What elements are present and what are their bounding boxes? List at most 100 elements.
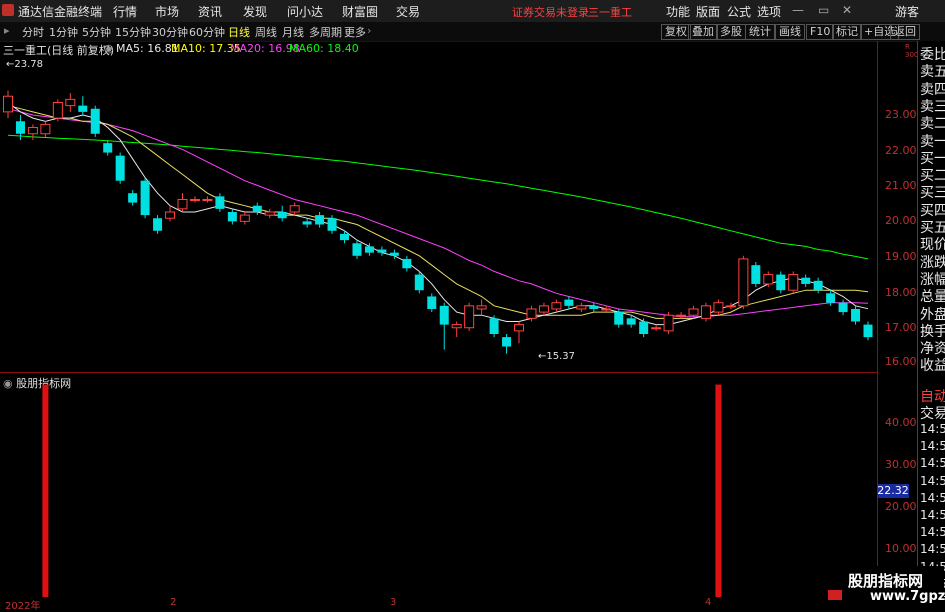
menu-item-faxian[interactable]: 发现 (243, 3, 267, 20)
candle-body-down (227, 211, 237, 222)
candle-body-up (3, 95, 13, 113)
candle-body-up (663, 314, 674, 332)
candle-body-down (389, 252, 399, 256)
dropdown-arrow-icon[interactable]: ▸ (4, 24, 10, 37)
price-tick: 20.00 (885, 214, 917, 227)
date-label-2022: 2022年 (5, 601, 41, 612)
candle-body-up (189, 198, 200, 201)
candle-body-down (427, 296, 437, 309)
candle-body-up (52, 101, 63, 119)
candle-body-up (239, 214, 250, 222)
candle-body-up (651, 327, 662, 330)
menu-item-gongneng[interactable]: 功能 (666, 3, 690, 20)
candle-body-down (377, 249, 387, 253)
period-more[interactable]: 更多 (344, 24, 366, 40)
low-annotation: ←15.37 (538, 351, 575, 362)
candle-body-down (302, 221, 312, 225)
period-1min[interactable]: 1分钟 (49, 24, 78, 40)
candle-body-down (115, 155, 125, 181)
menu-item-shichang[interactable]: 市场 (155, 3, 179, 20)
indicator-chart[interactable] (0, 372, 877, 597)
price-tick: 22.00 (885, 144, 917, 157)
candle-body-down (128, 193, 138, 203)
candle-body-down (639, 321, 649, 334)
date-label-feb: 2 (170, 597, 177, 608)
candle-body-up (763, 274, 774, 285)
candle-body-down (364, 246, 374, 253)
period-5min[interactable]: 5分钟 (82, 24, 111, 40)
close-button[interactable]: ✕ (842, 3, 852, 17)
menu-item-gongshi[interactable]: 公式 (727, 3, 751, 20)
candle-body-down (140, 180, 150, 216)
indicator-tick: 30.00 (885, 458, 917, 471)
period-daily[interactable]: 日线 (228, 24, 250, 40)
candle-body-down (215, 196, 225, 209)
menu-bar: 通达信金融终端 行情 市场 资讯 发现 问小达 财富圈 交易 证券交易未登录 三… (0, 0, 945, 23)
period-monthly[interactable]: 月线 (282, 24, 304, 40)
period-weekly[interactable]: 周线 (255, 24, 277, 40)
menu-item-wenxiaoda[interactable]: 问小达 (287, 3, 323, 20)
biaoji-button[interactable]: 标记 (832, 24, 862, 40)
period-15min[interactable]: 15分钟 (115, 24, 151, 40)
period-multi[interactable]: 多周期 (309, 24, 342, 40)
price-tick: 17.00 (885, 321, 917, 334)
menu-item-banmian[interactable]: 版面 (696, 3, 720, 20)
fuquan-button[interactable]: 复权 (661, 24, 691, 40)
login-status[interactable]: 证券交易未登录 (512, 4, 589, 20)
quote-item-label: 收益 (920, 358, 945, 375)
diejia-button[interactable]: 叠加 (688, 24, 718, 40)
menu-item-jiaoyi[interactable]: 交易 (396, 3, 420, 20)
candle-body-down (838, 302, 848, 313)
current-price-badge: 22.32 (877, 484, 909, 498)
menu-item-hangqing[interactable]: 行情 (113, 3, 137, 20)
candle-body-down (801, 277, 811, 284)
more-chevron-icon[interactable]: › (367, 24, 371, 37)
minimize-button[interactable]: — (792, 3, 804, 17)
candle-body-down (277, 211, 287, 219)
tongji-button[interactable]: 统计 (745, 24, 775, 40)
period-fenshi[interactable]: 分时 (22, 24, 44, 40)
candle-body-up (464, 305, 475, 329)
restore-button[interactable]: ▭ (818, 3, 829, 17)
candle-body-down (863, 324, 873, 338)
chart-info-line: 三一重工(日线 前复权) ◉ MA5: 16.81 MA10: 17.35 MA… (0, 41, 877, 57)
trade-time: 14:56 (920, 439, 945, 454)
candle-body-down (751, 265, 761, 284)
indicator-tick: 40.00 (885, 416, 917, 429)
settings-icon[interactable]: ◉ (104, 42, 114, 55)
candle-body-down (614, 312, 624, 325)
candle-body-up (538, 305, 549, 313)
menu-item-caifuquan[interactable]: 财富圈 (342, 3, 378, 20)
candle-body-up (725, 305, 736, 308)
price-tick: 18.00 (885, 286, 917, 299)
duogu-button[interactable]: 多股 (716, 24, 746, 40)
indicator-tick: 10.00 (885, 542, 917, 555)
candle-body-down (315, 215, 325, 225)
candle-body-down (626, 318, 636, 325)
candle-body-down (776, 274, 786, 291)
candle-body-up (688, 308, 699, 316)
candle-body-up (551, 302, 562, 310)
menu-item-zixun[interactable]: 资讯 (198, 3, 222, 20)
period-60min[interactable]: 60分钟 (189, 24, 225, 40)
back-button[interactable]: 返回 (890, 24, 920, 40)
period-30min[interactable]: 30分钟 (152, 24, 188, 40)
candle-body-up (738, 258, 749, 307)
f10-button[interactable]: F10 (806, 24, 835, 40)
candle-body-down (78, 105, 88, 112)
candle-body-down (414, 274, 424, 291)
candle-body-up (713, 302, 724, 313)
indicator-spike (42, 384, 49, 597)
trade-tab[interactable]: 交易 (920, 403, 945, 423)
candle-body-up (202, 198, 213, 201)
huaxian-button[interactable]: 画线 (775, 24, 805, 40)
menu-item-xuanxiang[interactable]: 选项 (757, 3, 781, 20)
watermark: 股朋指标网 www.7gpzb.com (826, 566, 945, 609)
candle-body-down (352, 243, 362, 256)
price-tick: 19.00 (885, 250, 917, 263)
trade-time: 14:56 (920, 542, 945, 557)
candlestick-chart[interactable]: ←23.78 ←15.37 (0, 57, 877, 372)
date-label-mar: 3 (390, 597, 397, 608)
guest-label[interactable]: 游客 (895, 3, 919, 20)
candle-body-down (826, 293, 836, 303)
